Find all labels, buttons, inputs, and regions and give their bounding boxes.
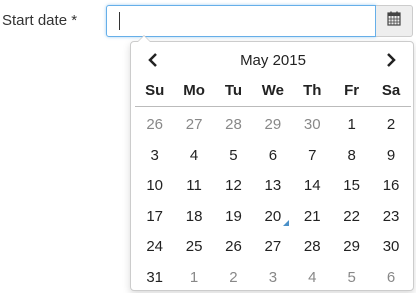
calendar-day[interactable]: 7 xyxy=(293,141,332,172)
chevron-right-icon xyxy=(386,52,396,72)
calendar-day[interactable]: 4 xyxy=(293,263,332,293)
calendar-day[interactable]: 30 xyxy=(293,110,332,141)
calendar-day[interactable]: 27 xyxy=(253,232,292,263)
calendar-week-row: 3456789 xyxy=(135,141,411,172)
weekday-header-row: Su Mo Tu We Th Fr Sa xyxy=(135,82,411,107)
calendar-day[interactable]: 14 xyxy=(293,171,332,202)
weekday-header: Su xyxy=(145,82,165,99)
calendar-week-row: 24 25 26 27 28 29 30 xyxy=(135,232,411,263)
calendar-button[interactable] xyxy=(376,5,413,37)
calendar-day[interactable]: 29 xyxy=(253,110,292,141)
calendar-day[interactable]: 18 xyxy=(174,202,213,233)
calendar-day[interactable]: 16 xyxy=(371,171,410,202)
calendar-day[interactable]: 4 xyxy=(174,141,213,172)
calendar-day[interactable]: 3 xyxy=(135,141,174,172)
datepicker-popup: May 2015 Su Mo Tu We Th Fr Sa 26 27 28 29 30… xyxy=(130,35,414,293)
text-cursor xyxy=(119,12,120,30)
calendar-day[interactable]: 24 xyxy=(135,232,174,263)
calendar-day[interactable]: 31 xyxy=(135,263,174,293)
calendar-day[interactable]: 15 xyxy=(332,171,371,202)
calendar-day-today[interactable]: 20 xyxy=(253,202,292,233)
calendar-day[interactable]: 25 xyxy=(174,232,213,263)
chevron-left-icon xyxy=(148,52,158,72)
calendar-day[interactable]: 9 xyxy=(371,141,410,172)
calendar-day[interactable]: 27 xyxy=(174,110,213,141)
start-date-label: Start date * xyxy=(2,12,78,29)
weekday-header: Mo xyxy=(183,82,205,99)
prev-month-button[interactable] xyxy=(141,50,165,74)
weekday-header: We xyxy=(261,82,284,99)
calendar-week-row: 10 11 12 13 14 15 16 xyxy=(135,171,411,202)
start-date-input[interactable] xyxy=(106,5,376,37)
calendar-day[interactable]: 22 xyxy=(332,202,371,233)
month-title[interactable]: May 2015 xyxy=(191,52,355,69)
calendar-day[interactable]: 2 xyxy=(371,110,410,141)
calendar-day[interactable]: 8 xyxy=(332,141,371,172)
weekday-header: Tu xyxy=(224,82,243,99)
calendar-day[interactable]: 12 xyxy=(214,171,253,202)
calendar-day[interactable]: 5 xyxy=(332,263,371,293)
calendar-week-row: 17 18 19 20 21 22 23 xyxy=(135,202,411,233)
calendar-day[interactable]: 5 xyxy=(214,141,253,172)
calendar-day[interactable]: 23 xyxy=(371,202,410,233)
calendar-day[interactable]: 30 xyxy=(371,232,410,263)
calendar-day[interactable]: 21 xyxy=(293,202,332,233)
weekday-header: Th xyxy=(303,82,322,99)
calendar-day[interactable]: 6 xyxy=(371,263,410,293)
calendar-week-row: 26 27 28 29 30 1 2 xyxy=(135,110,411,141)
calendar-day[interactable]: 3 xyxy=(253,263,292,293)
calendar-day[interactable]: 26 xyxy=(214,232,253,263)
calendar-day[interactable]: 1 xyxy=(332,110,371,141)
calendar-day[interactable]: 1 xyxy=(174,263,213,293)
calendar-week-row: 31 1 2 3 4 5 6 xyxy=(135,263,411,293)
calendar-day[interactable]: 19 xyxy=(214,202,253,233)
calendar-day[interactable]: 28 xyxy=(293,232,332,263)
calendar-day[interactable]: 10 xyxy=(135,171,174,202)
calendar-day[interactable]: 29 xyxy=(332,232,371,263)
calendar-day[interactable]: 17 xyxy=(135,202,174,233)
calendar-day[interactable]: 6 xyxy=(253,141,292,172)
calendar-day[interactable]: 11 xyxy=(174,171,213,202)
calendar-day[interactable]: 28 xyxy=(214,110,253,141)
calendar-day[interactable]: 26 xyxy=(135,110,174,141)
calendar-day[interactable]: 13 xyxy=(253,171,292,202)
next-month-button[interactable] xyxy=(379,50,403,74)
day-grid: 26 27 28 29 30 1 2 3 4 5 6 7 8 9 10 11 12 13 14 15 16 17 18 19 2… xyxy=(135,110,411,293)
calendar-icon xyxy=(387,11,401,31)
weekday-header: Sa xyxy=(381,82,401,99)
calendar-day[interactable]: 2 xyxy=(214,263,253,293)
weekday-header: Fr xyxy=(344,82,360,99)
